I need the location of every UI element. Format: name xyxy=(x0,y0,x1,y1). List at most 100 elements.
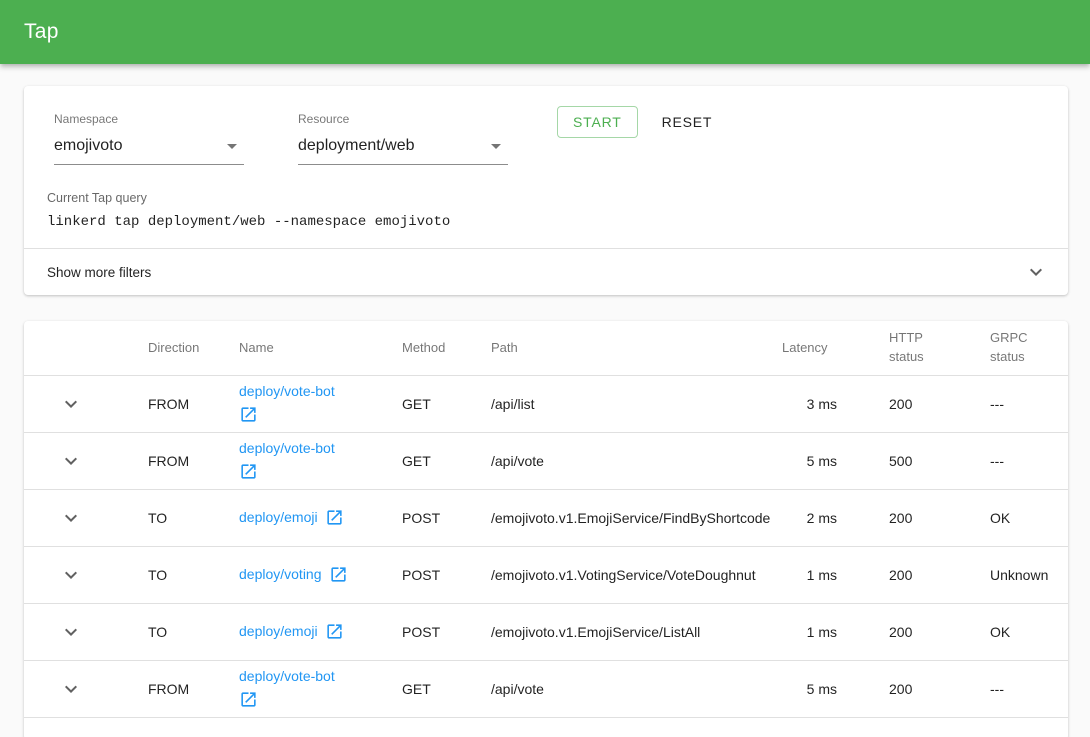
resource-link[interactable]: deploy/vote-bot xyxy=(239,668,335,686)
http-status-cell: 200 xyxy=(842,660,964,717)
latency-cell: 1 ms xyxy=(782,603,842,660)
name-cell-content: deploy/emoji xyxy=(239,508,364,527)
table-row: TO deploy/emoji POST /emojivoto.v1.Emoji… xyxy=(24,489,1068,546)
header-http-status: HTTP status xyxy=(842,321,964,375)
open-in-new-icon[interactable] xyxy=(325,508,344,527)
caret-down-icon xyxy=(484,134,508,158)
latency-cell: 5 ms xyxy=(782,432,842,489)
name-cell-content: deploy/vote-bot xyxy=(239,668,364,710)
filter-buttons: START RESET xyxy=(557,106,722,138)
method-cell: GET xyxy=(400,432,490,489)
chevron-down-icon xyxy=(59,506,83,530)
name-link-text: deploy/voting xyxy=(239,566,322,582)
name-cell-content: deploy/emoji xyxy=(239,622,364,641)
expand-row-button[interactable] xyxy=(59,563,83,587)
latency-cell: 2 ms xyxy=(782,489,842,546)
name-link-text: deploy/emoji xyxy=(239,509,318,525)
expand-row-button[interactable] xyxy=(59,506,83,530)
http-status-cell: 200 xyxy=(842,489,964,546)
show-more-filters-label: Show more filters xyxy=(47,265,151,280)
grpc-status-cell: OK xyxy=(964,603,1068,660)
chevron-down-icon xyxy=(59,392,83,416)
latency-cell: 5 ms xyxy=(782,660,842,717)
table-row: FROM deploy/vote-bot GET /api/vote 5 ms … xyxy=(24,660,1068,717)
header-method: Method xyxy=(400,321,490,375)
http-status-cell: 500 xyxy=(842,432,964,489)
name-link-text: deploy/vote-bot xyxy=(239,668,335,684)
http-status-cell: 200 xyxy=(842,375,964,432)
table-header-row: Direction Name Method Path Latency HTTP … xyxy=(24,321,1068,375)
header-expand xyxy=(24,321,146,375)
namespace-select[interactable]: Namespace emojivoto xyxy=(54,112,244,165)
http-status-cell: 200 xyxy=(842,603,964,660)
expand-row-button[interactable] xyxy=(59,677,83,701)
resource-link[interactable]: deploy/emoji xyxy=(239,509,318,527)
grpc-status-cell: --- xyxy=(964,375,1068,432)
open-in-new-icon[interactable] xyxy=(325,622,344,641)
direction-cell: TO xyxy=(146,489,238,546)
open-in-new-icon[interactable] xyxy=(239,405,258,424)
table-row: FROM deploy/vote-bot GET /api/list 3 ms … xyxy=(24,375,1068,432)
direction-cell: FROM xyxy=(146,432,238,489)
grpc-status-cell: Unknown xyxy=(964,546,1068,603)
header-grpc-status: GRPC status xyxy=(964,321,1068,375)
expand-row-button[interactable] xyxy=(59,449,83,473)
path-cell: /emojivoto.v1.EmojiService/FindByShortco… xyxy=(490,489,782,546)
page-title: Tap xyxy=(24,20,59,44)
tap-query-command: linkerd tap deployment/web --namespace e… xyxy=(47,214,1044,230)
expand-row-button[interactable] xyxy=(59,392,83,416)
name-cell-content: deploy/voting xyxy=(239,565,364,584)
tap-table: Direction Name Method Path Latency HTTP … xyxy=(24,321,1068,718)
header-name: Name xyxy=(238,321,400,375)
tap-results-card: Direction Name Method Path Latency HTTP … xyxy=(24,321,1068,737)
resource-link[interactable]: deploy/voting xyxy=(239,566,322,584)
path-cell: /api/list xyxy=(490,375,782,432)
grpc-status-cell: --- xyxy=(964,660,1068,717)
tap-table-body: FROM deploy/vote-bot GET /api/list 3 ms … xyxy=(24,375,1068,717)
resource-select-label: Resource xyxy=(298,112,508,126)
direction-cell: TO xyxy=(146,546,238,603)
table-row: TO deploy/voting POST /emojivoto.v1.Voti… xyxy=(24,546,1068,603)
current-tap-query-section: Current Tap query linkerd tap deployment… xyxy=(24,165,1068,248)
method-cell: POST xyxy=(400,603,490,660)
grpc-status-cell: --- xyxy=(964,432,1068,489)
namespace-select-value: emojivoto xyxy=(54,137,122,155)
latency-cell: 1 ms xyxy=(782,546,842,603)
name-cell-content: deploy/vote-bot xyxy=(239,383,364,425)
app-bar: Tap xyxy=(0,0,1090,64)
path-cell: /emojivoto.v1.VotingService/VoteDoughnut xyxy=(490,546,782,603)
start-button[interactable]: START xyxy=(557,106,638,138)
resource-link[interactable]: deploy/emoji xyxy=(239,623,318,641)
chevron-down-icon[interactable] xyxy=(1024,260,1048,284)
caret-down-icon xyxy=(220,134,244,158)
name-cell-content: deploy/vote-bot xyxy=(239,440,364,482)
open-in-new-icon[interactable] xyxy=(239,462,258,481)
header-latency: Latency xyxy=(782,321,842,375)
resource-link[interactable]: deploy/vote-bot xyxy=(239,383,335,401)
latency-cell: 3 ms xyxy=(782,375,842,432)
expand-row-button[interactable] xyxy=(59,620,83,644)
namespace-select-label: Namespace xyxy=(54,112,244,126)
resource-select[interactable]: Resource deployment/web xyxy=(298,112,508,165)
path-cell: /api/vote xyxy=(490,432,782,489)
open-in-new-icon[interactable] xyxy=(239,690,258,709)
method-cell: POST xyxy=(400,546,490,603)
name-link-text: deploy/vote-bot xyxy=(239,440,335,456)
chevron-down-icon xyxy=(59,620,83,644)
direction-cell: TO xyxy=(146,603,238,660)
open-in-new-icon[interactable] xyxy=(329,565,348,584)
chevron-down-icon xyxy=(59,449,83,473)
table-row: TO deploy/emoji POST /emojivoto.v1.Emoji… xyxy=(24,603,1068,660)
filter-selects-row: Namespace emojivoto Resource deployment/… xyxy=(24,86,1068,165)
resource-link[interactable]: deploy/vote-bot xyxy=(239,440,335,458)
method-cell: POST xyxy=(400,489,490,546)
resource-select-value: deployment/web xyxy=(298,137,415,155)
table-row: FROM deploy/vote-bot GET /api/vote 5 ms … xyxy=(24,432,1068,489)
http-status-cell: 200 xyxy=(842,546,964,603)
direction-cell: FROM xyxy=(146,660,238,717)
name-link-text: deploy/vote-bot xyxy=(239,383,335,399)
header-direction: Direction xyxy=(146,321,238,375)
reset-button[interactable]: RESET xyxy=(652,106,723,138)
show-more-filters-toggle[interactable]: Show more filters xyxy=(24,248,1068,295)
chevron-down-icon xyxy=(59,677,83,701)
